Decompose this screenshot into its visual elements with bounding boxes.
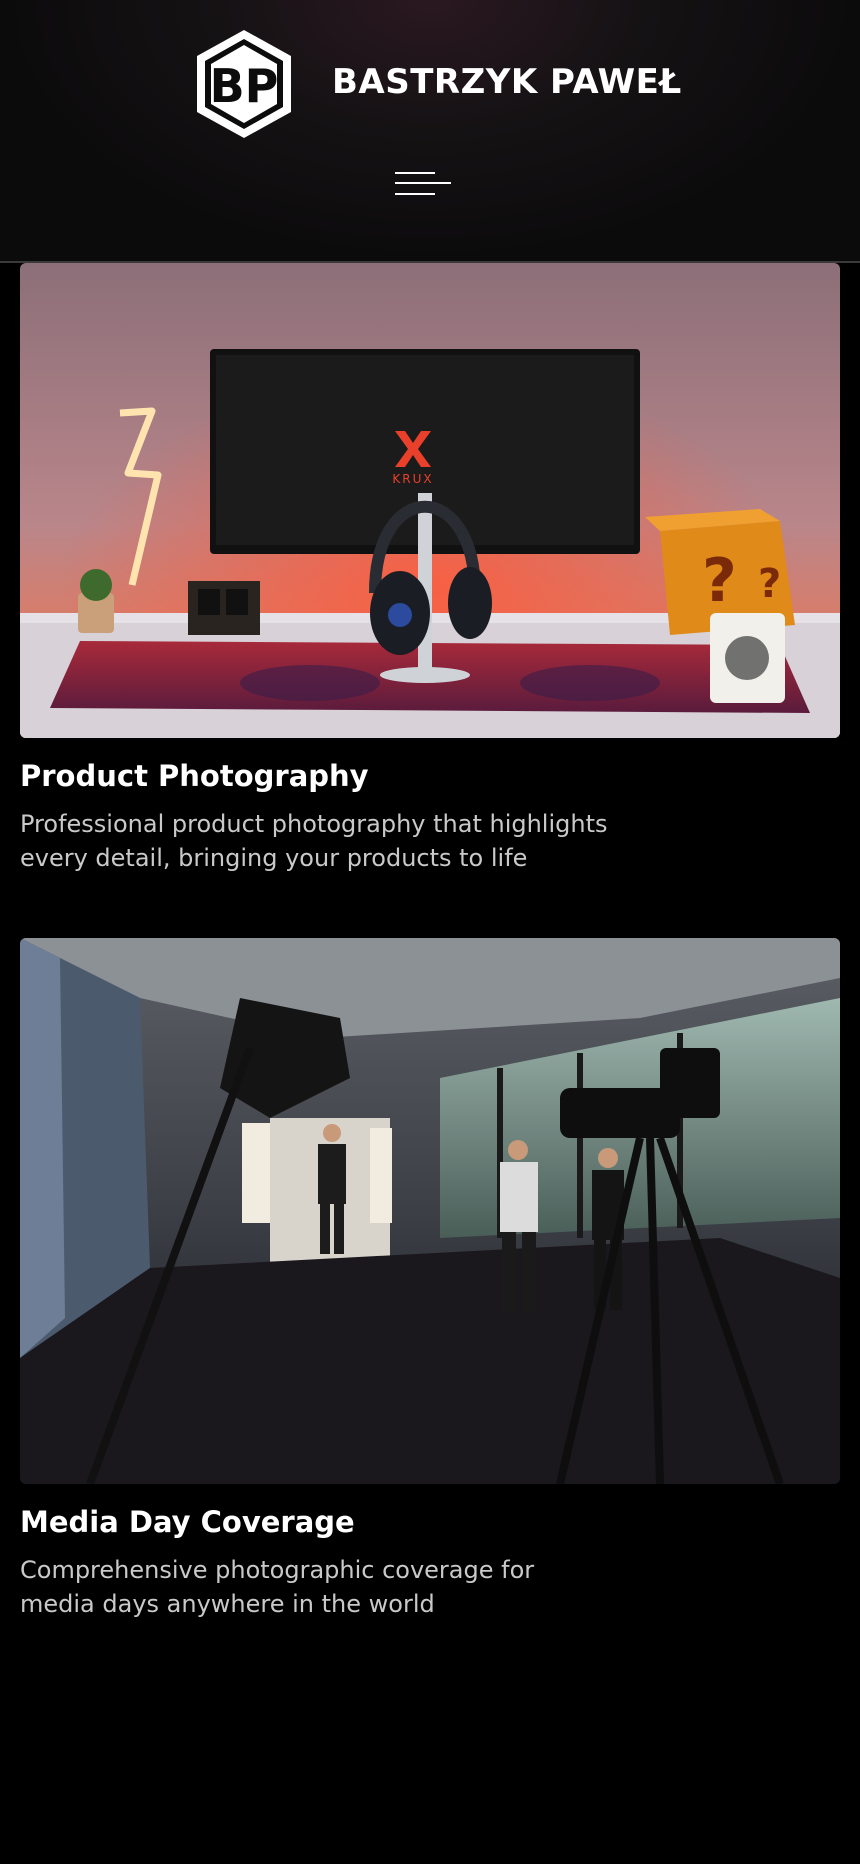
brand-name[interactable]: BASTRZYK PAWEŁ [332, 62, 682, 102]
bp-hexagon-logo-icon[interactable]: BP [194, 28, 294, 140]
product-photography-image[interactable]: KRUX ? ? [20, 263, 840, 738]
svg-text:BP: BP [210, 59, 279, 113]
media-day-coverage-image[interactable] [20, 938, 840, 1484]
card-title-product-photography: Product Photography [20, 759, 369, 793]
page: KRUX ? ? BP BASTRZYK PAWEŁ Product Photo… [0, 0, 860, 1864]
card-description-media-day-coverage: Comprehensive photographic coverage for … [20, 1556, 535, 1618]
card-title-media-day-coverage: Media Day Coverage [20, 1505, 355, 1539]
svg-text:?: ? [758, 561, 781, 607]
svg-text:?: ? [702, 546, 737, 616]
hamburger-menu-icon[interactable] [395, 168, 451, 200]
card-description-product-photography: Professional product photography that hi… [20, 810, 608, 872]
menu-line [395, 182, 451, 184]
krux-logo-text: KRUX [392, 472, 433, 486]
menu-line [395, 172, 435, 174]
site-header: BP BASTRZYK PAWEŁ [0, 0, 860, 263]
menu-line [395, 193, 435, 195]
